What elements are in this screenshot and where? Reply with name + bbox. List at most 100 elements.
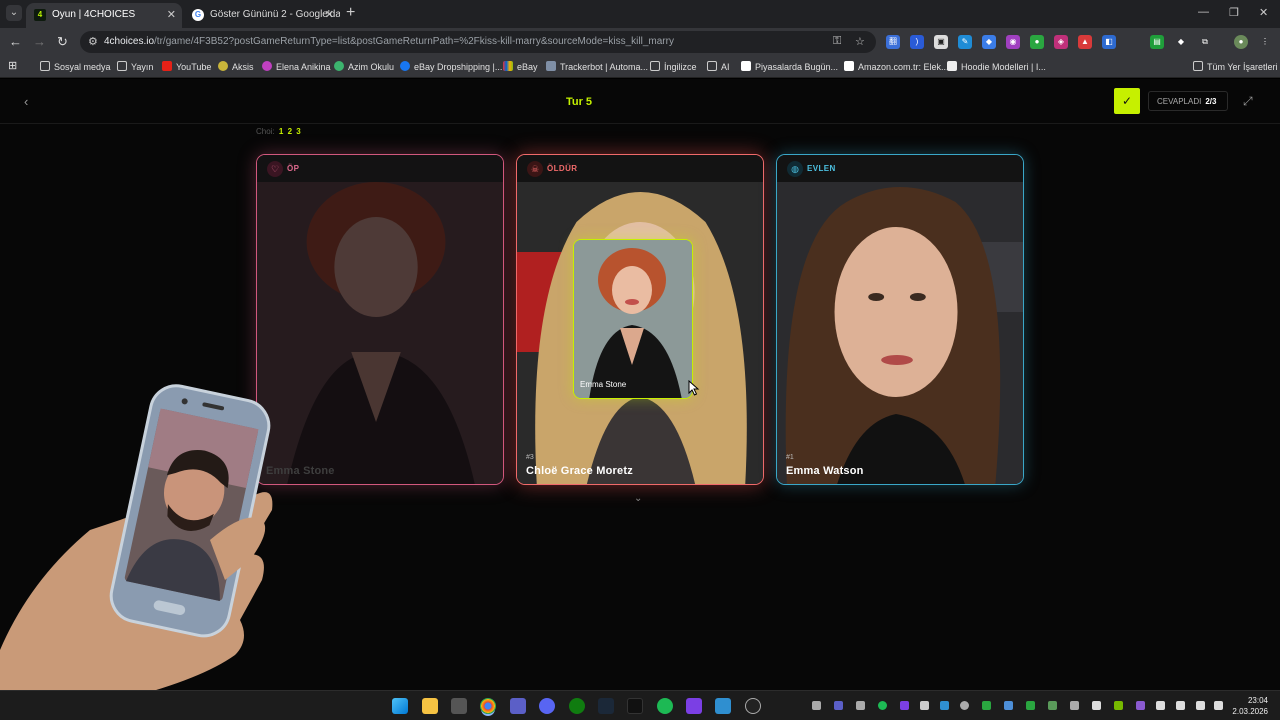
- all-bookmarks[interactable]: Tüm Yer İşaretleri: [1193, 61, 1278, 72]
- url-host: 4choices.io: [104, 36, 155, 47]
- app-icon[interactable]: [715, 698, 731, 714]
- tray-icon[interactable]: [1136, 701, 1145, 710]
- card-number: #3: [526, 454, 534, 461]
- extension-icon[interactable]: ●: [1030, 35, 1044, 49]
- bookmark-item[interactable]: Sosyal medya: [40, 61, 111, 72]
- discord-icon[interactable]: [539, 698, 555, 714]
- microphone-icon[interactable]: [1176, 701, 1185, 710]
- menu-kebab-icon[interactable]: ⋮: [1258, 35, 1272, 49]
- bookmark-item[interactable]: İngilizce: [650, 61, 697, 72]
- password-key-icon[interactable]: ⚿: [833, 35, 841, 48]
- bookmark-item[interactable]: Amazon.com.tr: Elek...: [844, 61, 949, 72]
- fullscreen-expand-icon[interactable]: ⤢: [1243, 94, 1253, 109]
- extension-icon[interactable]: ◈: [1054, 35, 1068, 49]
- address-bar[interactable]: ⚙ 4choices.io/tr/game/4F3B52?postGameRet…: [80, 31, 876, 53]
- tab-search-button[interactable]: ⌄: [6, 5, 22, 21]
- extension-icon[interactable]: ◉: [1006, 35, 1020, 49]
- choice-number[interactable]: 3: [296, 127, 300, 136]
- url-path: /tr/game/4F3B52?postGameReturnType=list&…: [154, 36, 674, 47]
- nvidia-icon[interactable]: [1114, 701, 1123, 710]
- choice-number[interactable]: 1: [279, 127, 283, 136]
- forward-icon[interactable]: →: [33, 34, 46, 49]
- card-header: ◍ EVLEN: [777, 155, 1023, 182]
- choices-label: Choi: [256, 127, 273, 136]
- bookmark-item[interactable]: Trackerbot | Automa...: [546, 61, 648, 72]
- tray-icon[interactable]: [1026, 701, 1035, 710]
- spotify-icon[interactable]: [657, 698, 673, 714]
- tray-icon[interactable]: [960, 701, 969, 710]
- terminal-icon[interactable]: [627, 698, 643, 714]
- tray-icon[interactable]: [856, 701, 865, 710]
- wifi-icon[interactable]: [1156, 701, 1165, 710]
- close-window-icon[interactable]: ✕: [1259, 6, 1268, 19]
- scroll-down-chevron-icon[interactable]: ⌄: [634, 493, 642, 504]
- confirm-check-button[interactable]: ✓: [1114, 88, 1140, 114]
- tray-icon[interactable]: [1092, 701, 1101, 710]
- card-header: ♡ ÖP: [257, 155, 503, 182]
- steam-icon[interactable]: [598, 698, 614, 714]
- extension-icon[interactable]: ◆: [982, 35, 996, 49]
- tray-icon[interactable]: [1070, 701, 1079, 710]
- extension-icon[interactable]: ◆: [1174, 35, 1188, 49]
- tray-icon[interactable]: [900, 701, 909, 710]
- store-icon[interactable]: [451, 698, 467, 714]
- volume-icon[interactable]: [1214, 701, 1223, 710]
- tray-icon[interactable]: [982, 701, 991, 710]
- browser-tab-game[interactable]: 4 Oyun | 4CHOICES ✕: [26, 3, 182, 28]
- tray-icon[interactable]: [920, 701, 929, 710]
- back-icon[interactable]: ←: [9, 34, 22, 49]
- extension-icon[interactable]: ▤: [1150, 35, 1164, 49]
- tray-icon[interactable]: [1004, 701, 1013, 710]
- choice-number[interactable]: 2: [288, 127, 292, 136]
- profile-avatar[interactable]: ●: [1234, 35, 1248, 49]
- tray-icon[interactable]: [812, 701, 821, 710]
- apps-grid-icon[interactable]: ⊞: [8, 59, 17, 72]
- tray-icon[interactable]: [834, 701, 843, 710]
- tab-close-icon[interactable]: ✕: [167, 3, 176, 27]
- bookmark-item[interactable]: Azim Okulu: [334, 61, 394, 72]
- extension-icon[interactable]: ▣: [934, 35, 948, 49]
- dragged-card[interactable]: Emma Stone: [573, 239, 693, 399]
- teams-icon[interactable]: [510, 698, 526, 714]
- extension-icon[interactable]: ◧: [1102, 35, 1116, 49]
- extension-icon[interactable]: ✎: [958, 35, 972, 49]
- extensions-puzzle-icon[interactable]: ⧉: [1198, 35, 1212, 49]
- restore-icon[interactable]: ❐: [1229, 6, 1239, 19]
- minimize-icon[interactable]: —: [1198, 6, 1209, 18]
- card-marry[interactable]: ◍ EVLEN #1 Emma Watson: [776, 154, 1024, 485]
- network-icon[interactable]: [1196, 701, 1205, 710]
- bookmark-item[interactable]: Elena Anikina: [262, 61, 331, 72]
- card-category: ÖLDÜR: [547, 164, 578, 173]
- site-icon: [741, 61, 751, 71]
- xbox-icon[interactable]: [569, 698, 585, 714]
- bookmark-star-icon[interactable]: ☆: [855, 35, 865, 48]
- bookmark-item[interactable]: Aksis: [218, 61, 254, 72]
- bookmark-item[interactable]: eBay Dropshipping |...: [400, 61, 502, 72]
- tray-icon[interactable]: [878, 701, 887, 710]
- file-explorer-icon[interactable]: [422, 698, 438, 714]
- chrome-icon[interactable]: [480, 698, 496, 714]
- app-grid-icon[interactable]: [686, 698, 702, 714]
- person-photo: [574, 240, 692, 398]
- bookmark-item[interactable]: Hoodie Modelleri | I...: [947, 61, 1046, 72]
- obs-icon[interactable]: [745, 698, 761, 714]
- windows-start-icon[interactable]: [392, 698, 408, 714]
- card-kiss[interactable]: ♡ ÖP Emma Stone: [256, 154, 504, 485]
- bluetooth-icon[interactable]: [940, 701, 949, 710]
- browser-tab-google[interactable]: G Göster Gününü 2 - Google'da A ✕: [184, 3, 340, 28]
- site-icon: [546, 61, 556, 71]
- reload-icon[interactable]: ↻: [57, 34, 68, 50]
- extension-icon[interactable]: ▲: [1078, 35, 1092, 49]
- extension-translate-icon[interactable]: 翻: [886, 35, 900, 49]
- bookmark-item[interactable]: eBay: [503, 61, 538, 72]
- bookmark-item[interactable]: Piyasalarda Bugün...: [741, 61, 838, 72]
- bookmark-item[interactable]: AI: [707, 61, 730, 72]
- bookmark-item[interactable]: Yayın: [117, 61, 153, 72]
- bookmark-item[interactable]: YouTube: [162, 61, 211, 72]
- new-tab-button[interactable]: +: [346, 4, 355, 22]
- system-clock[interactable]: 23:04 2.03.2026: [1232, 695, 1268, 717]
- site-info-icon[interactable]: ⚙: [88, 35, 98, 48]
- tab-close-icon[interactable]: ✕: [325, 3, 334, 27]
- tray-icon[interactable]: [1048, 701, 1057, 710]
- extension-icon[interactable]: ): [910, 35, 924, 49]
